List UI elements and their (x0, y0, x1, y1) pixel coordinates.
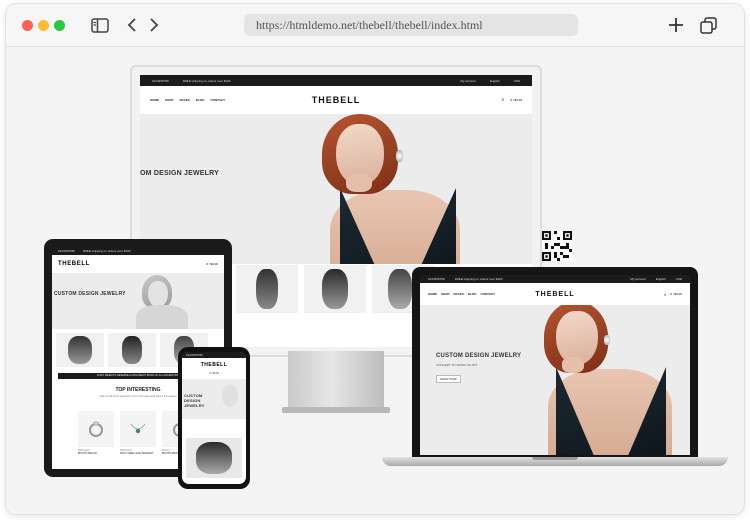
earring (604, 335, 610, 345)
phone-screen: 0123456789 THEBELL 0 / $0.00 CUSTOM DESI… (182, 352, 246, 484)
laptop-nav-links: HOME SHOP PAGES BLOG CONTACT (428, 292, 495, 296)
laptop-screen: 0123456789 FREE shipping on orders over … (420, 275, 690, 455)
phone-device: 0123456789 THEBELL 0 / $0.00 CUSTOM DESI… (178, 347, 250, 489)
browser-titlebar: https://htmldemo.net/thebell/thebell/ind… (6, 4, 744, 47)
address-bar[interactable]: https://htmldemo.net/thebell/thebell/ind… (244, 14, 578, 36)
monitor-account[interactable]: My account (460, 79, 475, 83)
monitor-currency[interactable]: USD (514, 79, 520, 83)
monitor-stand (288, 351, 384, 409)
new-tab-plus-icon[interactable] (666, 15, 686, 35)
laptop-nav-blog[interactable]: BLOG (468, 292, 477, 296)
monitor-hero-headline: OM DESIGN JEWELRY (140, 170, 219, 177)
search-icon[interactable]: ⌕ (664, 292, 666, 297)
laptop-nav-home[interactable]: HOME (428, 292, 437, 296)
nav-home[interactable]: HOME (150, 98, 159, 102)
monitor-language[interactable]: English (490, 79, 500, 83)
tablet-thumb-2[interactable] (108, 333, 156, 367)
laptop-hero-subline: CONCEPT TO WORK OF ART (436, 363, 478, 367)
nav-shop[interactable]: SHOP (165, 98, 174, 102)
laptop-nav-shop[interactable]: SHOP (441, 292, 450, 296)
tablet-logo[interactable]: THEBELL (58, 261, 90, 267)
forward-arrow-icon[interactable] (144, 15, 164, 35)
laptop-hero-headline: CUSTOM DESIGN JEWELRY (436, 353, 522, 359)
laptop-nav-pages[interactable]: PAGES (454, 292, 464, 296)
laptop-notch (532, 457, 578, 460)
phone-logo[interactable]: THEBELL (201, 362, 228, 368)
phone-phone: 0123456789 (186, 353, 203, 357)
phone-model-face (222, 385, 238, 407)
laptop-phone: 0123456789 (428, 277, 445, 281)
tablet-phone: 0123456789 (58, 249, 75, 253)
tablet-model-body (136, 305, 188, 329)
back-arrow-icon[interactable] (122, 15, 142, 35)
model-hand (346, 174, 372, 192)
monitor-thumb-2[interactable] (304, 265, 366, 313)
laptop-device: 0123456789 FREE shipping on orders over … (412, 267, 698, 461)
monitor-top-strip: 0123456789 FREE shipping on orders over … (140, 75, 532, 86)
laptop-nav: HOME SHOP PAGES BLOG CONTACT THEBELL ⌕ 0… (420, 283, 690, 305)
tablet-model-face (148, 281, 168, 307)
tablet-nav: THEBELL 0 / $0.00 (52, 255, 224, 273)
tablet-thumb-1[interactable] (56, 333, 104, 367)
laptop-cart[interactable]: 0 / $0.00 (670, 292, 682, 296)
tablet-shipping-note: FREE shipping on orders over $100 (82, 249, 131, 253)
monitor-logo[interactable]: THEBELL (312, 95, 361, 105)
shop-now-button[interactable]: SHOP NOW (436, 375, 461, 383)
monitor-cart[interactable]: 0 / $0.00 (510, 98, 522, 102)
laptop-top-strip: 0123456789 FREE shipping on orders over … (420, 275, 690, 283)
ring-icon (78, 411, 114, 447)
phone-hero: CUSTOM DESIGN JEWELRY (182, 379, 246, 419)
sidebar-toggle-icon[interactable] (90, 15, 110, 35)
product-name-1: BOOTH AMOUR (78, 452, 97, 455)
qr-code-icon (542, 231, 572, 261)
minimize-window-button[interactable] (38, 20, 49, 31)
monitor-phone: 0123456789 (152, 78, 169, 83)
laptop-hero: CUSTOM DESIGN JEWELRY CONCEPT TO WORK OF… (420, 305, 690, 455)
page-content: 0123456789 FREE shipping on orders over … (6, 47, 744, 514)
monitor-thumb-1[interactable] (236, 265, 298, 313)
laptop-logo[interactable]: THEBELL (535, 291, 574, 298)
monitor-nav-links: HOME SHOP PAGES BLOG CONTACT (150, 98, 225, 102)
tablet-product-2[interactable]: PENDANT PALM TREE LEAF PENDANT (120, 411, 156, 455)
laptop-shipping-note: FREE shipping on orders over $100 (454, 277, 503, 281)
close-window-button[interactable] (22, 20, 33, 31)
laptop-model-hand (562, 357, 584, 373)
laptop-account[interactable]: My account (630, 277, 645, 281)
laptop-currency[interactable]: USD (676, 277, 682, 281)
tablet-cart[interactable]: 0 / $0.00 (206, 262, 218, 266)
phone-cart[interactable]: 0 / $0.00 (182, 372, 246, 375)
laptop-language[interactable]: English (656, 277, 666, 281)
tablet-product-1[interactable]: BANGLES BOOTH AMOUR (78, 411, 114, 455)
tablet-top-strip: 0123456789 FREE shipping on orders over … (52, 247, 224, 255)
phone-feature-image[interactable] (186, 438, 242, 478)
pendant-icon (120, 411, 156, 447)
url-text: https://htmldemo.net/thebell/thebell/ind… (256, 18, 483, 32)
nav-pages[interactable]: PAGES (180, 98, 190, 102)
search-icon[interactable]: ⌕ (502, 97, 505, 103)
browser-window: https://htmldemo.net/thebell/thebell/ind… (6, 4, 744, 514)
product-name-2: PALM TREE LEAF PENDANT (120, 452, 154, 455)
nav-contact[interactable]: CONTACT (210, 98, 224, 102)
monitor-nav: HOME SHOP PAGES BLOG CONTACT THEBELL ⌕ 0… (140, 86, 532, 114)
laptop-nav-contact[interactable]: CONTACT (480, 292, 494, 296)
tabs-overview-icon[interactable] (698, 15, 718, 35)
tablet-hero-headline: CUSTOM DESIGN JEWELRY (54, 291, 126, 297)
tablet-hero: CUSTOM DESIGN JEWELRY (52, 273, 224, 329)
monitor-shipping-note: FREE shipping on orders over $100 (182, 78, 231, 83)
phone-nav: THEBELL (182, 358, 246, 372)
nav-blog[interactable]: BLOG (196, 98, 205, 102)
earring (396, 150, 403, 162)
phone-hero-headline: CUSTOM DESIGN JEWELRY (184, 393, 205, 408)
zoom-window-button[interactable] (54, 20, 65, 31)
monitor-stand-base (282, 407, 390, 413)
